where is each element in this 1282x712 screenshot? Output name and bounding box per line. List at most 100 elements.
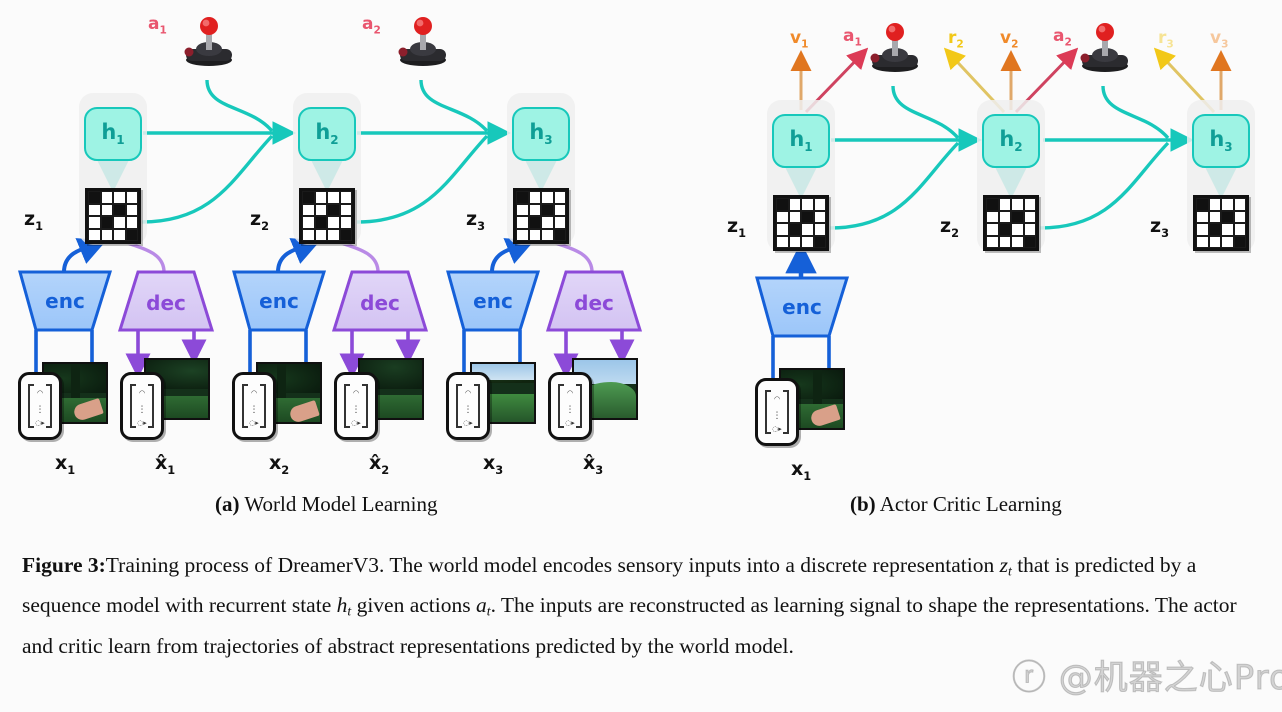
vector-bracket-card: ◠ ⋮ ◌▸: [446, 372, 490, 440]
z2-label-b: z2: [940, 215, 959, 240]
vec-glyph: ⋮: [565, 405, 575, 415]
vec-glyph: ◠: [250, 389, 258, 397]
subcaption-b-tag: (b): [850, 492, 876, 516]
vector-bracket-card: ◠ ⋮ ◌▸: [18, 372, 62, 440]
z1-label-b: z1: [727, 215, 746, 240]
subcaption-a-text: World Model Learning: [239, 492, 438, 516]
vector-bracket-card: ◠ ⋮ ◌▸: [548, 372, 592, 440]
h1-label: h1: [101, 120, 125, 148]
h1-label: h1: [789, 127, 813, 155]
subcaption-a-tag: (a): [215, 492, 240, 516]
encoder-1[interactable]: enc: [19, 272, 111, 330]
recurrent-state-h3[interactable]: h3: [512, 107, 570, 161]
latent-grid-z2-b[interactable]: [983, 195, 1039, 251]
encoder-3[interactable]: enc: [447, 272, 539, 330]
joystick-icon[interactable]: [866, 18, 924, 74]
latent-grid-z3[interactable]: [513, 188, 569, 244]
vec-glyph: ◠: [352, 389, 360, 397]
h2-label: h2: [999, 127, 1023, 155]
reward-r2-label: r2: [948, 28, 964, 51]
joystick-icon[interactable]: [180, 12, 238, 68]
vector-bracket-card: ◠ ⋮ ◌▸: [232, 372, 276, 440]
recurrent-state-h3-b[interactable]: h3: [1192, 114, 1250, 168]
vec-glyph: ◠: [36, 389, 44, 397]
action-a1-label: a1: [148, 14, 167, 37]
vector-bracket-card: ◠ ⋮ ◌▸: [755, 378, 799, 446]
value-v3-label: v3: [1210, 28, 1229, 51]
joystick-icon[interactable]: [1076, 18, 1134, 74]
reward-r3-label: r3: [1158, 28, 1174, 51]
decoder-2[interactable]: dec: [334, 274, 426, 332]
decoder-label: dec: [360, 291, 400, 315]
encoder-2[interactable]: enc: [233, 272, 325, 330]
z3-label-b: z3: [1150, 215, 1169, 240]
vec-glyph: ◌▸: [351, 419, 361, 427]
watermark: ⓡ @机器之心Pro: [1012, 658, 1282, 699]
recon-x1-label: x̂1: [155, 452, 176, 477]
caption-symbol-a: a: [475, 593, 487, 618]
vec-glyph: ◠: [773, 395, 781, 403]
recurrent-state-h1-b[interactable]: h1: [772, 114, 830, 168]
vec-glyph: ◌▸: [35, 419, 45, 427]
encoder-1-b[interactable]: enc: [756, 278, 848, 336]
input-x2-label: x2: [269, 452, 290, 477]
decoder-3[interactable]: dec: [548, 274, 640, 332]
recon-x3-label: x̂3: [583, 452, 604, 477]
vec-glyph: ⋮: [249, 405, 259, 415]
vec-glyph: ◠: [138, 389, 146, 397]
decoder-1[interactable]: dec: [120, 274, 212, 332]
figure-caption: Figure 3:Training process of DreamerV3. …: [22, 548, 1266, 664]
decoder-label: dec: [146, 291, 186, 315]
h3-label: h3: [529, 120, 553, 148]
latent-grid-z1[interactable]: [85, 188, 141, 244]
z2-label: z2: [250, 208, 269, 233]
encoder-label: enc: [473, 289, 513, 313]
z3-label: z3: [466, 208, 485, 233]
caption-symbol-z: z: [999, 553, 1008, 577]
caption-text-1: Training process of DreamerV3. The world…: [105, 553, 1000, 577]
latent-grid-z1-b[interactable]: [773, 195, 829, 251]
vec-glyph: ◌▸: [772, 425, 782, 433]
input-x1-label-b: x1: [791, 458, 812, 483]
figure-number: Figure 3:: [22, 553, 106, 577]
vec-glyph: ⋮: [772, 411, 782, 421]
latent-grid-z2[interactable]: [299, 188, 355, 244]
recon-x2-label: x̂2: [369, 452, 390, 477]
subcaption-a: (a) World Model Learning: [215, 492, 437, 517]
action-a1-label-b: a1: [843, 26, 862, 49]
action-a2-label-b: a2: [1053, 26, 1072, 49]
value-v2-label: v2: [1000, 28, 1019, 51]
action-a2-label: a2: [362, 14, 381, 37]
connector-layer: [18, 47, 1239, 392]
input-x1-label: x1: [55, 452, 76, 477]
vector-bracket-card: ◠ ⋮ ◌▸: [334, 372, 378, 440]
recurrent-state-h2[interactable]: h2: [298, 107, 356, 161]
z1-label: z1: [24, 208, 43, 233]
recurrent-state-h1[interactable]: h1: [84, 107, 142, 161]
encoder-label: enc: [259, 289, 299, 313]
recurrent-state-h2-b[interactable]: h2: [982, 114, 1040, 168]
vec-glyph: ⋮: [351, 405, 361, 415]
value-v1-label: v1: [790, 28, 809, 51]
figure-graphic: h1 h2 h3 z1 z2 z3 a1 a2 enc dec enc dec …: [0, 0, 1282, 530]
h3-label: h3: [1209, 127, 1233, 155]
vec-glyph: ⋮: [137, 405, 147, 415]
vec-glyph: ◌▸: [565, 419, 575, 427]
vec-glyph: ◌▸: [463, 419, 473, 427]
joystick-icon[interactable]: [394, 12, 452, 68]
encoder-label: enc: [782, 295, 822, 319]
figure-page: h1 h2 h3 z1 z2 z3 a1 a2 enc dec enc dec …: [0, 0, 1282, 712]
latent-grid-z3-b[interactable]: [1193, 195, 1249, 251]
subcaption-b: (b) Actor Critic Learning: [850, 492, 1062, 517]
encoder-label: enc: [45, 289, 85, 313]
caption-symbol-h: h: [336, 593, 348, 618]
decoder-label: dec: [574, 291, 614, 315]
subcaption-b-text: Actor Critic Learning: [875, 492, 1062, 516]
input-x3-label: x3: [483, 452, 504, 477]
vec-glyph: ◠: [566, 389, 574, 397]
vec-glyph: ◌▸: [249, 419, 259, 427]
h2-label: h2: [315, 120, 339, 148]
vector-bracket-card: ◠ ⋮ ◌▸: [120, 372, 164, 440]
vec-glyph: ◠: [464, 389, 472, 397]
vec-glyph: ⋮: [35, 405, 45, 415]
